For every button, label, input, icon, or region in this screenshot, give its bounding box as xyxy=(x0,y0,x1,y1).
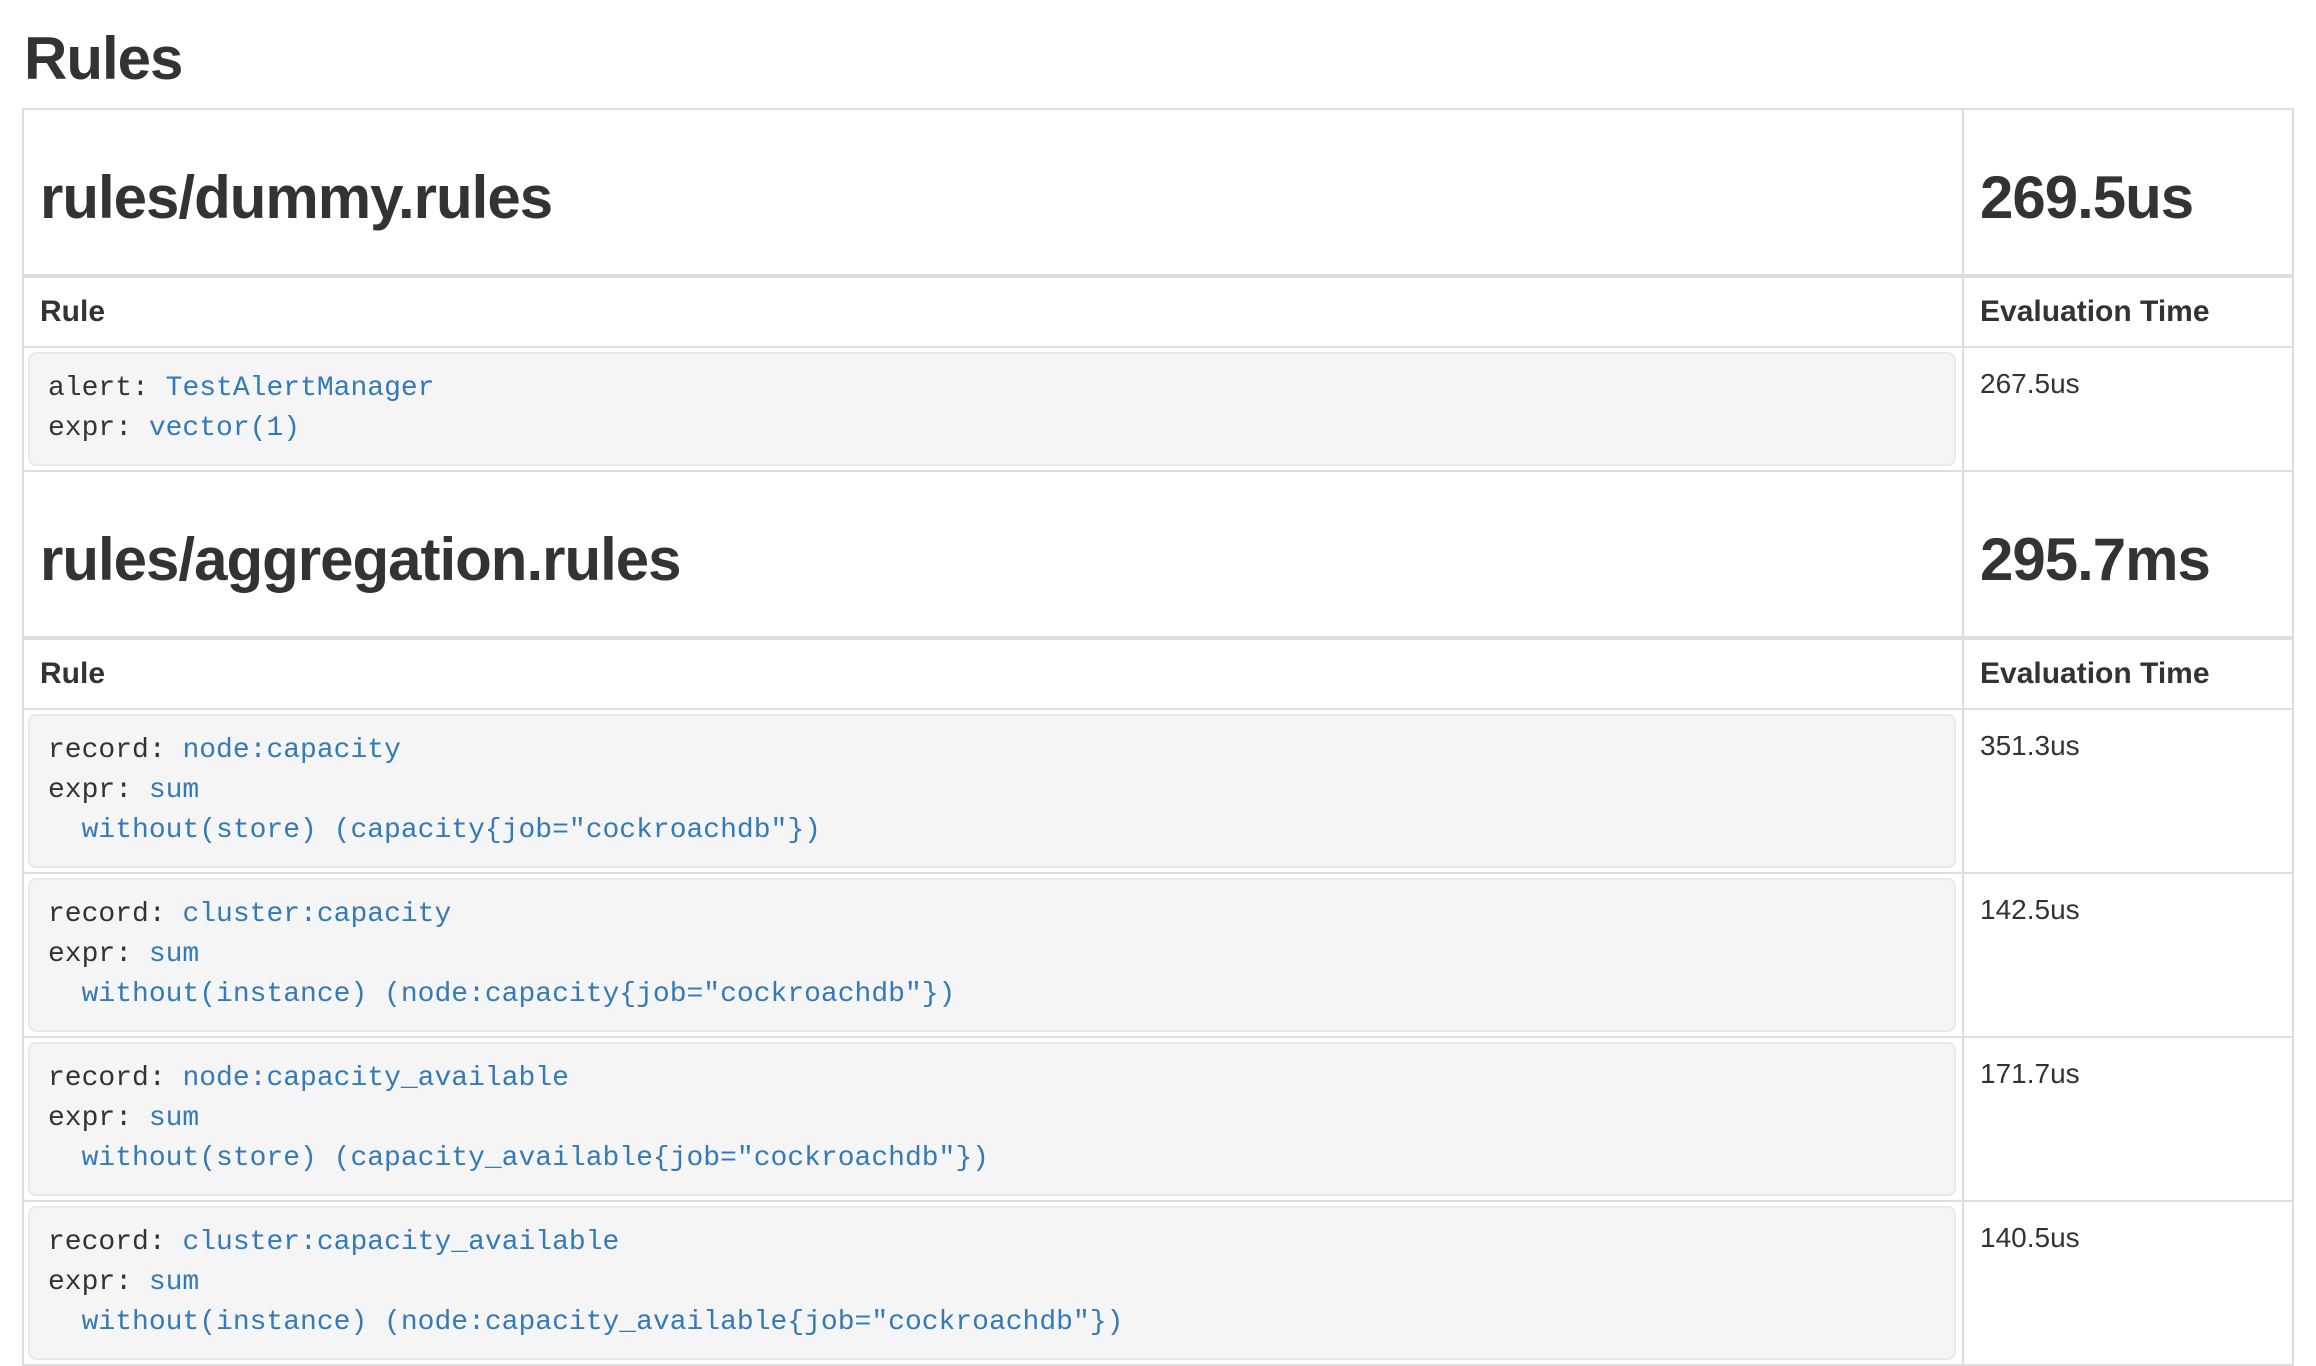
rule-group-total-time: 295.7ms xyxy=(1980,526,2276,594)
rule-group-name-cell: rules/dummy.rules xyxy=(23,109,1963,276)
rule-keyword: record: xyxy=(48,1227,166,1258)
expression-link[interactable]: sum without(instance) (node:capacity{job… xyxy=(48,939,955,1010)
rule-definition-code: record: node:capacity_available expr: su… xyxy=(28,1042,1956,1196)
rule-definition-cell: record: cluster:capacity expr: sum witho… xyxy=(23,873,1963,1037)
rule-row: alert: TestAlertManager expr: vector(1) … xyxy=(23,347,2293,471)
rule-definition-cell: record: node:capacity expr: sum without(… xyxy=(23,709,1963,873)
rule-eval-time: 142.5us xyxy=(1963,873,2293,1037)
rule-group-name-cell: rules/aggregation.rules xyxy=(23,471,1963,638)
rule-eval-time: 140.5us xyxy=(1963,1201,2293,1365)
expr-keyword: expr: xyxy=(48,413,132,444)
eval-time-column-header: Evaluation Time xyxy=(1963,638,2293,709)
rule-group-header-row: rules/dummy.rules 269.5us xyxy=(23,109,2293,276)
rule-column-header: Rule xyxy=(23,638,1963,709)
expression-link[interactable]: sum without(store) (capacity_available{j… xyxy=(48,1103,989,1174)
expr-keyword: expr: xyxy=(48,939,132,970)
record-name-link[interactable]: node:capacity xyxy=(182,735,400,766)
rule-row: record: cluster:capacity expr: sum witho… xyxy=(23,873,2293,1037)
rules-table: rules/dummy.rules 269.5us Rule Evaluatio… xyxy=(22,108,2294,1366)
alert-name-link[interactable]: TestAlertManager xyxy=(166,373,435,404)
rule-definition-code: record: node:capacity expr: sum without(… xyxy=(28,714,1956,868)
rule-eval-time: 351.3us xyxy=(1963,709,2293,873)
expr-keyword: expr: xyxy=(48,775,132,806)
rules-page: Rules rules/dummy.rules 269.5us Rule Eva… xyxy=(0,0,2316,1366)
rule-row: record: node:capacity expr: sum without(… xyxy=(23,709,2293,873)
page-title: Rules xyxy=(24,24,2294,94)
record-name-link[interactable]: cluster:capacity_available xyxy=(182,1227,619,1258)
expression-link[interactable]: sum without(instance) (node:capacity_ava… xyxy=(48,1267,1123,1338)
rule-keyword: record: xyxy=(48,1063,166,1094)
rule-group-total-time: 269.5us xyxy=(1980,164,2276,232)
rule-keyword: record: xyxy=(48,899,166,930)
rule-eval-time: 171.7us xyxy=(1963,1037,2293,1201)
column-header-row: Rule Evaluation Time xyxy=(23,638,2293,709)
record-name-link[interactable]: cluster:capacity xyxy=(182,899,451,930)
eval-time-column-header: Evaluation Time xyxy=(1963,276,2293,347)
rule-group-total-time-cell: 295.7ms xyxy=(1963,471,2293,638)
rule-keyword: record: xyxy=(48,735,166,766)
rule-definition-cell: record: node:capacity_available expr: su… xyxy=(23,1037,1963,1201)
expr-keyword: expr: xyxy=(48,1267,132,1298)
rule-group-name: rules/aggregation.rules xyxy=(40,526,1946,594)
expr-keyword: expr: xyxy=(48,1103,132,1134)
record-name-link[interactable]: node:capacity_available xyxy=(182,1063,568,1094)
rule-definition-code: alert: TestAlertManager expr: vector(1) xyxy=(28,352,1956,466)
rule-group-header-row: rules/aggregation.rules 295.7ms xyxy=(23,471,2293,638)
rule-group-name: rules/dummy.rules xyxy=(40,164,1946,232)
rule-definition-cell: alert: TestAlertManager expr: vector(1) xyxy=(23,347,1963,471)
rule-definition-cell: record: cluster:capacity_available expr:… xyxy=(23,1201,1963,1365)
expression-link[interactable]: sum without(store) (capacity{job="cockro… xyxy=(48,775,821,846)
rule-eval-time: 267.5us xyxy=(1963,347,2293,471)
rule-group-total-time-cell: 269.5us xyxy=(1963,109,2293,276)
rule-definition-code: record: cluster:capacity_available expr:… xyxy=(28,1206,1956,1360)
rule-definition-code: record: cluster:capacity expr: sum witho… xyxy=(28,878,1956,1032)
expression-link[interactable]: vector(1) xyxy=(149,413,300,444)
rule-row: record: cluster:capacity_available expr:… xyxy=(23,1201,2293,1365)
rule-column-header: Rule xyxy=(23,276,1963,347)
column-header-row: Rule Evaluation Time xyxy=(23,276,2293,347)
rule-row: record: node:capacity_available expr: su… xyxy=(23,1037,2293,1201)
rule-keyword: alert: xyxy=(48,373,149,404)
